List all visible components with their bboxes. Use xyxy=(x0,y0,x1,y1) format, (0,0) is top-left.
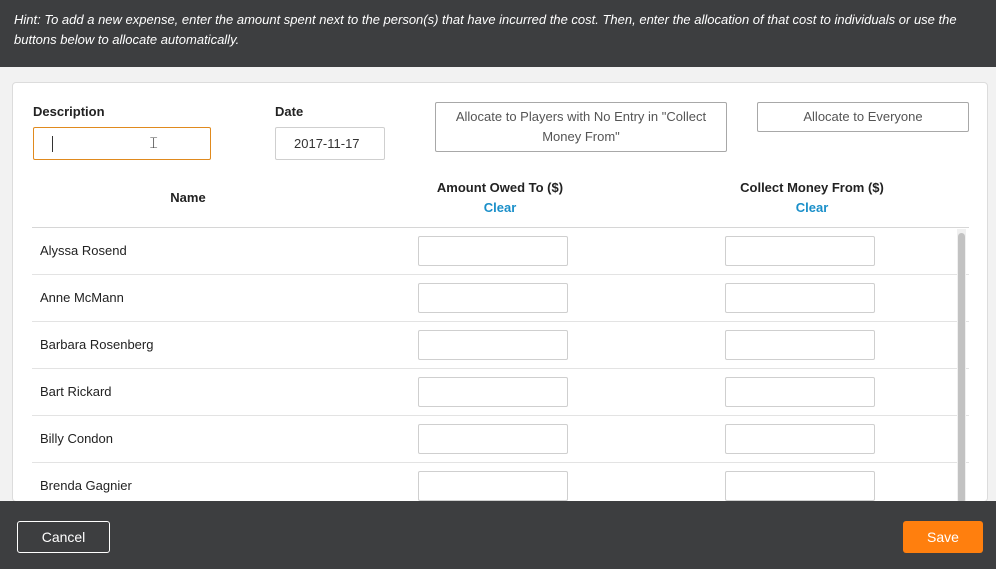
table-row: Billy Condon xyxy=(32,416,969,463)
table-row: Brenda Gagnier xyxy=(32,463,969,501)
table-row: Anne McMann xyxy=(32,275,969,322)
player-name: Anne McMann xyxy=(40,290,124,305)
collect-money-input[interactable] xyxy=(725,424,875,454)
amount-owed-input[interactable] xyxy=(418,330,568,360)
clear-owed-link[interactable]: Clear xyxy=(460,200,540,215)
table-row: Bart Rickard xyxy=(32,369,969,416)
scrollbar-thumb[interactable] xyxy=(958,233,965,501)
table-row: Barbara Rosenberg xyxy=(32,322,969,369)
description-input[interactable]: 𝙸 xyxy=(33,127,211,160)
expense-form-panel: Description 𝙸 Date 2017-11-17 Allocate t… xyxy=(12,82,988,502)
description-label: Description xyxy=(33,104,105,119)
clear-collect-link[interactable]: Clear xyxy=(772,200,852,215)
name-column-header: Name xyxy=(170,190,206,205)
collect-money-input[interactable] xyxy=(725,377,875,407)
amount-owed-input[interactable] xyxy=(418,283,568,313)
player-name: Bart Rickard xyxy=(40,384,112,399)
date-input[interactable]: 2017-11-17 xyxy=(275,127,385,160)
allocate-no-entry-button[interactable]: Allocate to Players with No Entry in "Co… xyxy=(435,102,727,152)
save-button[interactable]: Save xyxy=(903,521,983,553)
footer-bar: Cancel Save xyxy=(0,501,996,569)
table-row: Alyssa Rosend xyxy=(32,228,969,275)
date-label: Date xyxy=(275,104,304,119)
player-name: Alyssa Rosend xyxy=(40,243,127,258)
player-name: Barbara Rosenberg xyxy=(40,337,154,352)
amount-owed-input[interactable] xyxy=(418,471,568,501)
amount-owed-input[interactable] xyxy=(418,236,568,266)
text-caret xyxy=(52,136,53,152)
cancel-button[interactable]: Cancel xyxy=(17,521,110,553)
owed-column-header: Amount Owed To ($) xyxy=(436,180,564,195)
players-table: Alyssa Rosend Anne McMann Barbara Rosenb… xyxy=(32,227,969,501)
collect-money-input[interactable] xyxy=(725,471,875,501)
player-name: Brenda Gagnier xyxy=(40,478,132,493)
ibeam-cursor-icon: 𝙸 xyxy=(148,133,160,152)
amount-owed-input[interactable] xyxy=(418,424,568,454)
collect-money-input[interactable] xyxy=(725,330,875,360)
allocate-everyone-button[interactable]: Allocate to Everyone xyxy=(757,102,969,132)
amount-owed-input[interactable] xyxy=(418,377,568,407)
collect-column-header: Collect Money From ($) xyxy=(740,180,884,195)
hint-banner: Hint: To add a new expense, enter the am… xyxy=(0,0,996,67)
collect-money-input[interactable] xyxy=(725,283,875,313)
player-name: Billy Condon xyxy=(40,431,113,446)
collect-money-input[interactable] xyxy=(725,236,875,266)
